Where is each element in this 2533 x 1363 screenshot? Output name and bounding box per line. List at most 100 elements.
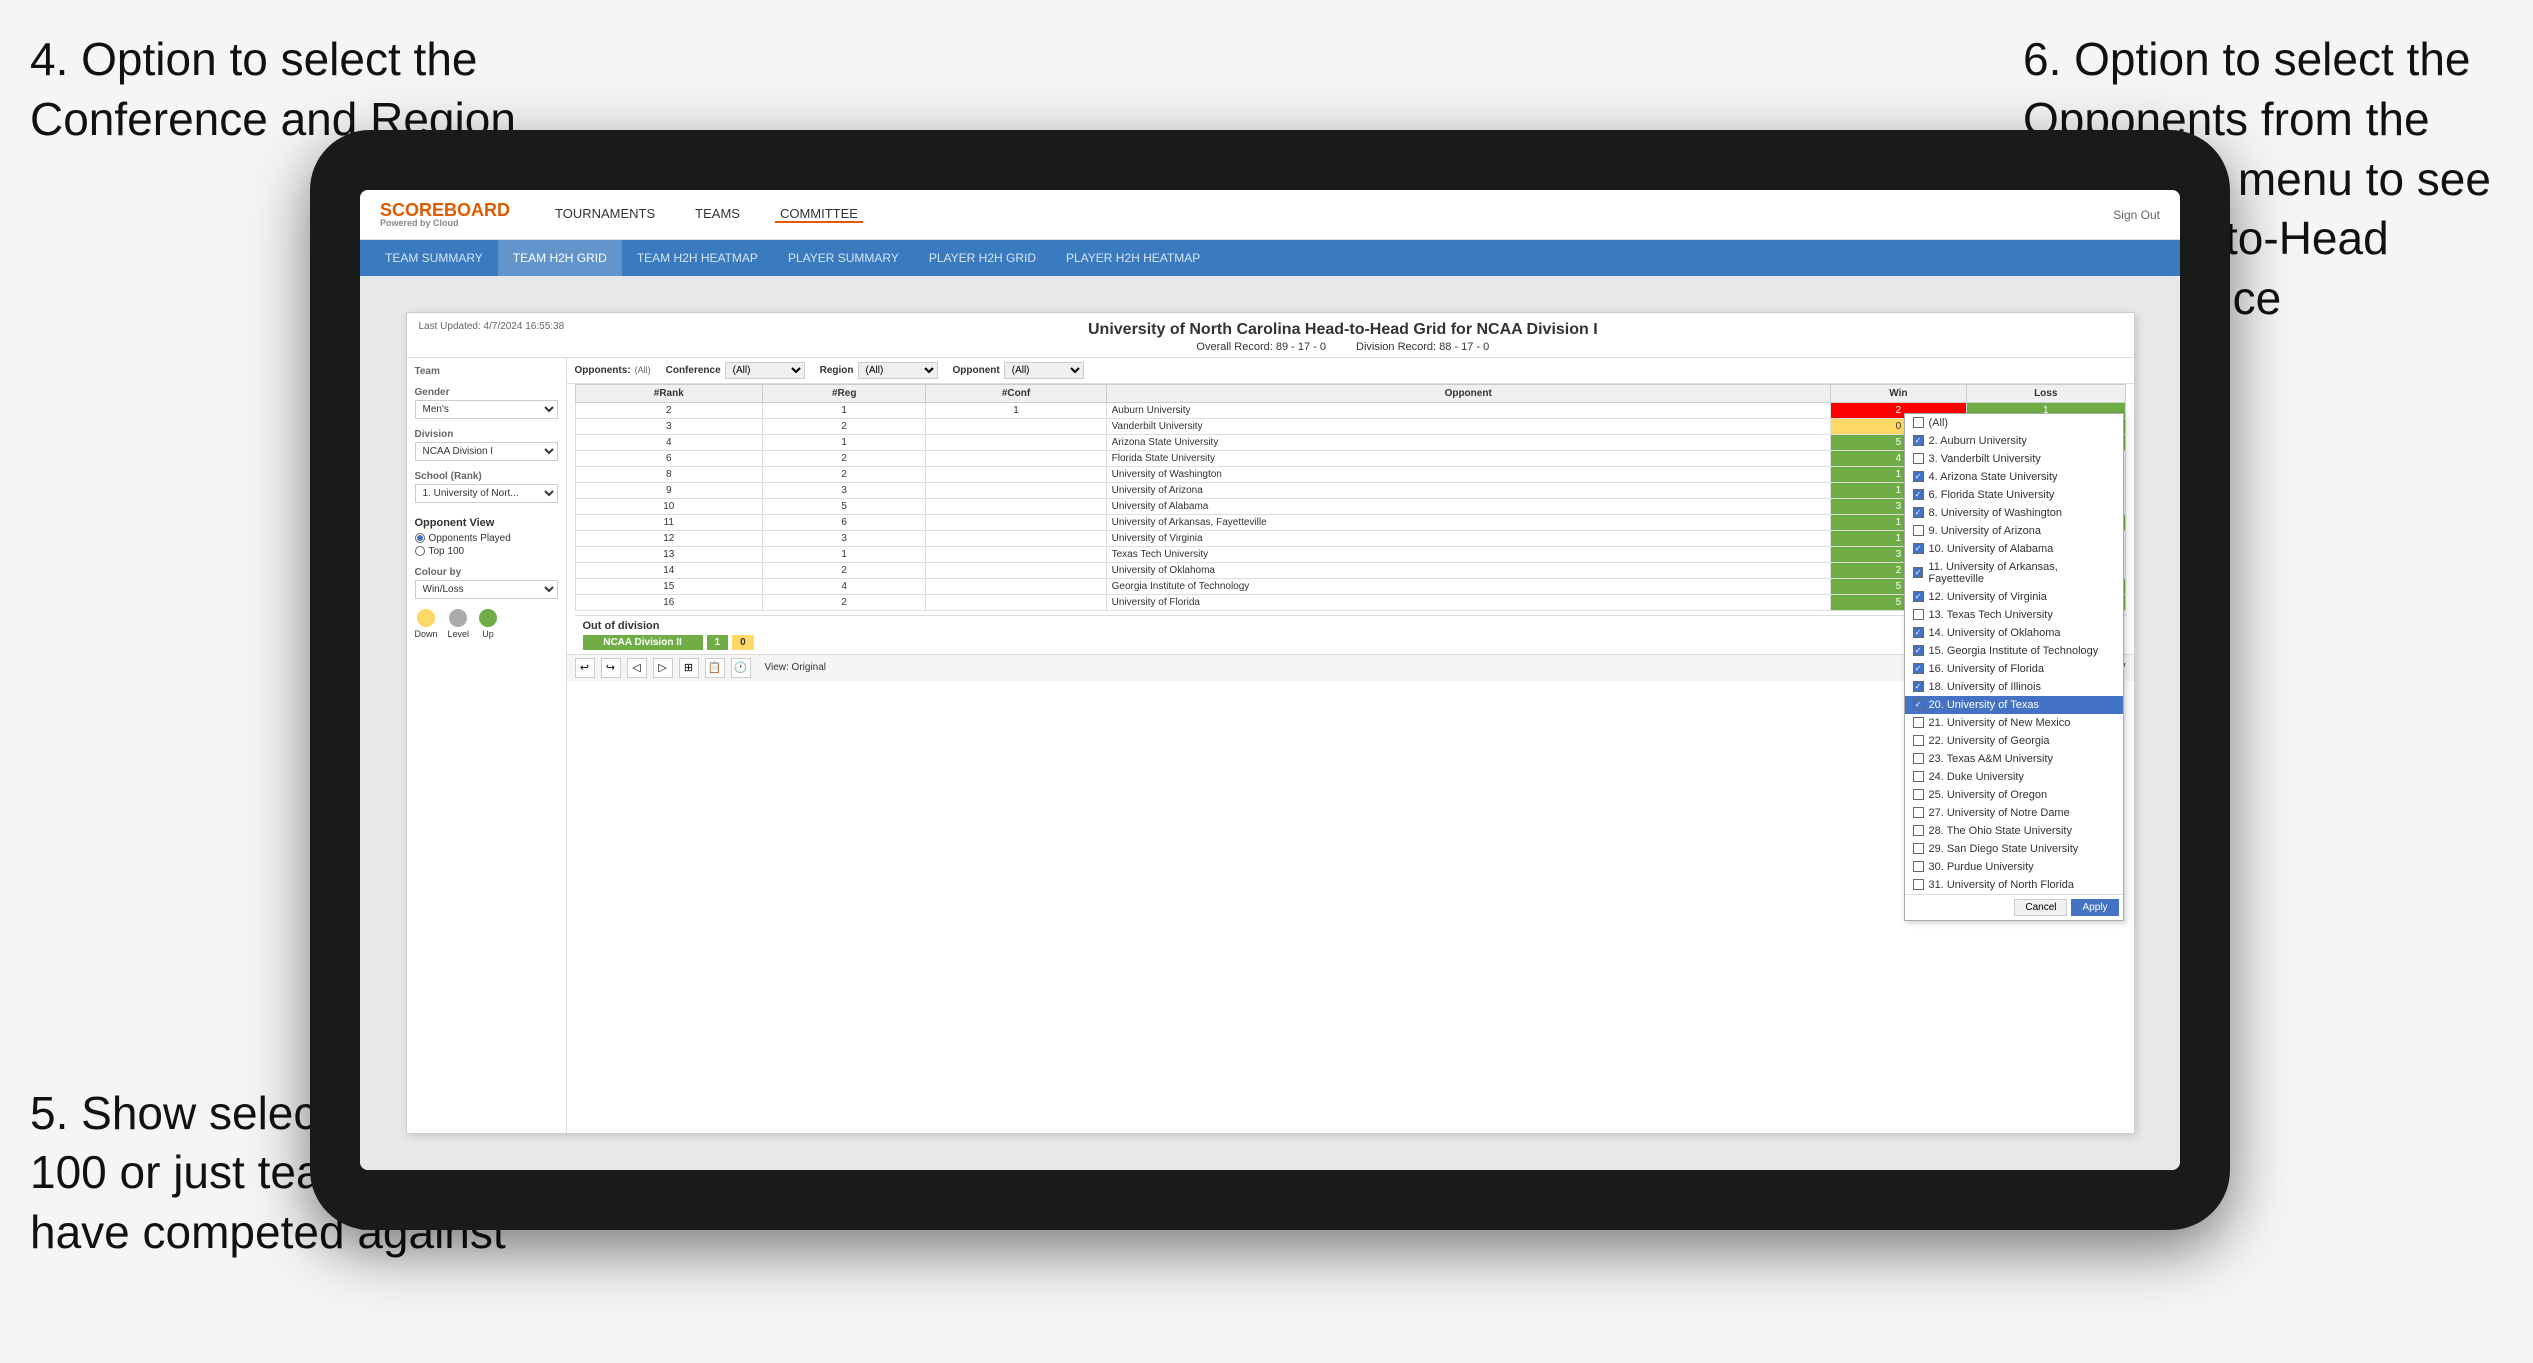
dropdown-item[interactable]: 29. San Diego State University	[1905, 840, 2123, 858]
paste-btn[interactable]: 📋	[705, 658, 725, 678]
tab-player-summary[interactable]: PLAYER SUMMARY	[773, 240, 914, 276]
cell-opponent: University of Washington	[1106, 466, 1830, 482]
nav-signout[interactable]: Sign Out	[2113, 208, 2160, 222]
dropdown-item[interactable]: 13. Texas Tech University	[1905, 606, 2123, 624]
dropdown-checkbox[interactable]: ✓	[1913, 471, 1924, 482]
table-row[interactable]: 15 4 Georgia Institute of Technology 5 1	[575, 578, 2125, 594]
table-row[interactable]: 13 1 Texas Tech University 3 0	[575, 546, 2125, 562]
tab-player-h2h-grid[interactable]: PLAYER H2H GRID	[914, 240, 1051, 276]
dropdown-item[interactable]: 30. Purdue University	[1905, 858, 2123, 876]
radio-top100[interactable]: Top 100	[415, 546, 558, 557]
division-select[interactable]: NCAA Division I	[415, 442, 558, 461]
dropdown-item[interactable]: ✓15. Georgia Institute of Technology	[1905, 642, 2123, 660]
dropdown-checkbox[interactable]	[1913, 417, 1924, 428]
table-row[interactable]: 10 5 University of Alabama 3 0	[575, 498, 2125, 514]
dropdown-checkbox[interactable]: ✓	[1913, 699, 1924, 710]
dropdown-item[interactable]: (All)	[1905, 414, 2123, 432]
dropdown-item[interactable]: ✓12. University of Virginia	[1905, 588, 2123, 606]
dropdown-checkbox[interactable]: ✓	[1913, 435, 1924, 446]
dropdown-item[interactable]: 22. University of Georgia	[1905, 732, 2123, 750]
nav-committee[interactable]: COMMITTEE	[775, 206, 863, 223]
opponent-filter-select[interactable]: (All)	[1004, 362, 1084, 379]
dropdown-item[interactable]: 24. Duke University	[1905, 768, 2123, 786]
dropdown-checkbox[interactable]	[1913, 753, 1924, 764]
dropdown-checkbox[interactable]	[1913, 609, 1924, 620]
conference-filter-select[interactable]: (All)	[725, 362, 805, 379]
dropdown-checkbox[interactable]	[1913, 453, 1924, 464]
dropdown-item[interactable]: ✓20. University of Texas	[1905, 696, 2123, 714]
dropdown-checkbox[interactable]: ✓	[1913, 663, 1924, 674]
table-row[interactable]: 2 1 1 Auburn University 2 1	[575, 402, 2125, 418]
table-row[interactable]: 9 3 University of Arizona 1 0	[575, 482, 2125, 498]
dropdown-checkbox[interactable]: ✓	[1913, 489, 1924, 500]
table-row[interactable]: 12 3 University of Virginia 1 0	[575, 530, 2125, 546]
table-row[interactable]: 4 1 Arizona State University 5 1	[575, 434, 2125, 450]
fwd-btn[interactable]: ▷	[653, 658, 673, 678]
dropdown-item[interactable]: ✓4. Arizona State University	[1905, 468, 2123, 486]
dropdown-checkbox[interactable]: ✓	[1913, 507, 1924, 518]
cell-opponent: Texas Tech University	[1106, 546, 1830, 562]
dropdown-checkbox[interactable]	[1913, 717, 1924, 728]
table-row[interactable]: 11 6 University of Arkansas, Fayettevill…	[575, 514, 2125, 530]
table-row[interactable]: 3 2 Vanderbilt University 0 4	[575, 418, 2125, 434]
back-btn[interactable]: ◁	[627, 658, 647, 678]
cell-conf	[926, 418, 1106, 434]
dropdown-checkbox[interactable]: ✓	[1913, 627, 1924, 638]
dropdown-item[interactable]: 31. University of North Florida	[1905, 876, 2123, 894]
cancel-button[interactable]: Cancel	[2014, 899, 2067, 916]
dropdown-item[interactable]: ✓10. University of Alabama	[1905, 540, 2123, 558]
tab-team-h2h-grid[interactable]: TEAM H2H GRID	[498, 240, 622, 276]
dropdown-item[interactable]: 3. Vanderbilt University	[1905, 450, 2123, 468]
dropdown-checkbox[interactable]	[1913, 789, 1924, 800]
tab-player-h2h-heatmap[interactable]: PLAYER H2H HEATMAP	[1051, 240, 1215, 276]
tab-team-summary[interactable]: TEAM SUMMARY	[370, 240, 498, 276]
table-row[interactable]: 6 2 Florida State University 4 2	[575, 450, 2125, 466]
dropdown-item[interactable]: 28. The Ohio State University	[1905, 822, 2123, 840]
table-row[interactable]: 14 2 University of Oklahoma 2 2	[575, 562, 2125, 578]
nav-tournaments[interactable]: TOURNAMENTS	[550, 206, 660, 223]
dropdown-item-label: 24. Duke University	[1929, 771, 2024, 783]
dropdown-item[interactable]: 27. University of Notre Dame	[1905, 804, 2123, 822]
region-filter-select[interactable]: (All)	[858, 362, 938, 379]
dropdown-item[interactable]: 9. University of Arizona	[1905, 522, 2123, 540]
dropdown-item[interactable]: ✓18. University of Illinois	[1905, 678, 2123, 696]
apply-button[interactable]: Apply	[2071, 899, 2118, 916]
dropdown-item[interactable]: ✓2. Auburn University	[1905, 432, 2123, 450]
dropdown-item[interactable]: 25. University of Oregon	[1905, 786, 2123, 804]
dropdown-checkbox[interactable]	[1913, 525, 1924, 536]
col-conf: #Conf	[926, 384, 1106, 402]
copy-btn[interactable]: ⊞	[679, 658, 699, 678]
gender-select[interactable]: Men's	[415, 400, 558, 419]
dropdown-checkbox[interactable]	[1913, 879, 1924, 890]
dropdown-checkbox[interactable]: ✓	[1913, 543, 1924, 554]
dropdown-item[interactable]: ✓11. University of Arkansas, Fayettevill…	[1905, 558, 2123, 588]
dropdown-checkbox[interactable]: ✓	[1913, 567, 1924, 578]
dropdown-checkbox[interactable]	[1913, 825, 1924, 836]
dropdown-checkbox[interactable]	[1913, 861, 1924, 872]
dropdown-item[interactable]: ✓6. Florida State University	[1905, 486, 2123, 504]
dropdown-checkbox[interactable]	[1913, 771, 1924, 782]
dropdown-item[interactable]: ✓16. University of Florida	[1905, 660, 2123, 678]
table-row[interactable]: 16 2 University of Florida 5 1	[575, 594, 2125, 610]
undo-btn[interactable]: ↩	[575, 658, 595, 678]
dropdown-checkbox[interactable]: ✓	[1913, 645, 1924, 656]
school-select[interactable]: 1. University of Nort...	[415, 484, 558, 503]
table-row[interactable]: 8 2 University of Washington 1 0	[575, 466, 2125, 482]
dropdown-item[interactable]: 21. University of New Mexico	[1905, 714, 2123, 732]
dropdown-checkbox[interactable]	[1913, 807, 1924, 818]
dropdown-item[interactable]: ✓14. University of Oklahoma	[1905, 624, 2123, 642]
dropdown-item[interactable]: 23. Texas A&M University	[1905, 750, 2123, 768]
redo-btn[interactable]: ↪	[601, 658, 621, 678]
opponent-dropdown[interactable]: (All)✓2. Auburn University3. Vanderbilt …	[1904, 413, 2124, 921]
dropdown-item[interactable]: ✓8. University of Washington	[1905, 504, 2123, 522]
radio-opponents-played[interactable]: Opponents Played	[415, 533, 558, 544]
dropdown-checkbox[interactable]	[1913, 735, 1924, 746]
dropdown-checkbox[interactable]	[1913, 843, 1924, 854]
dropdown-checkbox[interactable]: ✓	[1913, 591, 1924, 602]
nav-teams[interactable]: TEAMS	[690, 206, 745, 223]
colour-select[interactable]: Win/Loss	[415, 580, 558, 599]
gender-label: Gender	[415, 387, 558, 398]
dropdown-checkbox[interactable]: ✓	[1913, 681, 1924, 692]
clock-btn[interactable]: 🕐	[731, 658, 751, 678]
tab-team-h2h-heatmap[interactable]: TEAM H2H HEATMAP	[622, 240, 773, 276]
